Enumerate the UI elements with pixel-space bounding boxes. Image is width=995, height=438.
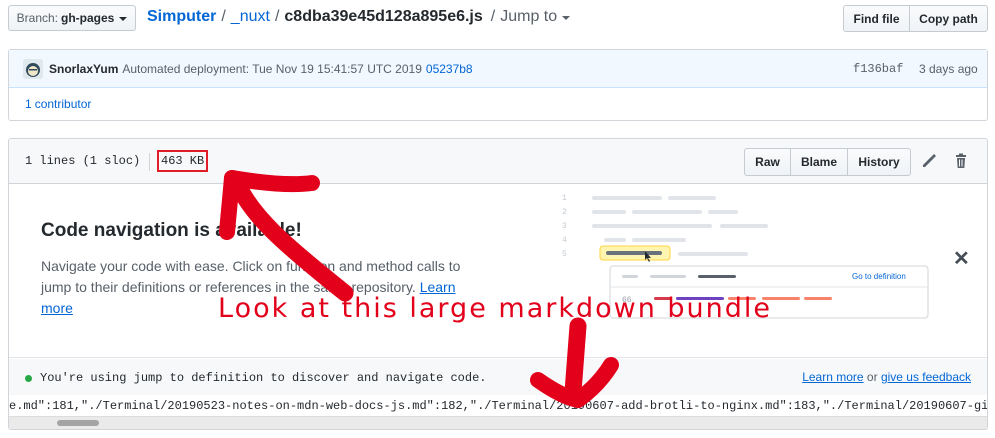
trash-icon[interactable] xyxy=(952,152,970,170)
preview-line-number: 1 xyxy=(562,194,567,203)
banner-description: Navigate your code with ease. Click on f… xyxy=(41,256,481,319)
code-line: e.md":181,"./Terminal/20190523-notes-on-… xyxy=(9,399,987,413)
jump-to-label: Jump to xyxy=(500,8,558,25)
branch-prefix: Branch: xyxy=(16,11,58,25)
branch-selector[interactable]: Branch: gh-pages xyxy=(8,5,136,31)
commit-time: 3 days ago xyxy=(919,62,978,76)
pencil-icon[interactable] xyxy=(920,152,938,170)
commit-tease: SnorlaxYum Automated deployment: Tue Nov… xyxy=(8,49,988,121)
commit-author[interactable]: SnorlaxYum xyxy=(49,62,118,76)
commit-header: SnorlaxYum Automated deployment: Tue Nov… xyxy=(9,50,987,88)
raw-button[interactable]: Raw xyxy=(744,148,791,176)
branch-name: gh-pages xyxy=(61,11,115,25)
commit-message-sha-link[interactable]: 05237b8 xyxy=(426,62,473,76)
code-navigation-illustration: 1 2 3 4 5 Go to definition 66 xyxy=(562,194,929,319)
banner-description-text: Navigate your code with ease. Click on f… xyxy=(41,258,461,295)
jump-learn-more-link[interactable]: Learn more xyxy=(802,370,863,384)
scrollbar-thumb[interactable] xyxy=(57,420,99,426)
preview-go-to-definition: Go to definition xyxy=(852,272,906,281)
jump-to-definition-message: You're using jump to definition to disco… xyxy=(25,371,486,385)
file-header: 1 lines (1 sloc) 463 KB Raw Blame Histor… xyxy=(9,139,987,184)
breadcrumb-separator: / xyxy=(274,8,280,25)
preview-line-number: 5 xyxy=(562,250,567,259)
horizontal-scrollbar[interactable] xyxy=(9,416,987,429)
code-navigation-banner: Code navigation is available! Navigate y… xyxy=(9,184,987,358)
jump-to-dropdown[interactable]: Jump to xyxy=(500,8,571,26)
contributors-count: 1 xyxy=(25,97,32,111)
breadcrumb-separator: / xyxy=(490,8,496,25)
banner-title: Code navigation is available! xyxy=(41,220,302,241)
breadcrumb-file-name: c8dba39e45d128a895e6.js xyxy=(284,8,483,25)
status-dot-icon xyxy=(25,374,32,382)
preview-line-number: 66 xyxy=(622,296,632,305)
breadcrumb-separator: / xyxy=(221,8,226,25)
chevron-down-icon xyxy=(119,16,128,21)
breadcrumb: Simputer / _nuxt / c8dba39e45d128a895e6.… xyxy=(147,8,571,26)
file-line-count: 1 lines (1 sloc) xyxy=(25,154,141,168)
breadcrumb-folder-link[interactable]: _nuxt xyxy=(231,8,270,26)
file-size: 463 KB xyxy=(157,150,209,172)
avatar[interactable] xyxy=(23,58,43,79)
preview-line-number: 3 xyxy=(562,222,567,231)
preview-line-number: 2 xyxy=(562,208,567,217)
file-viewer: 1 lines (1 sloc) 463 KB Raw Blame Histor… xyxy=(8,138,988,430)
jump-or-text: or xyxy=(866,370,878,384)
preview-line-number: 4 xyxy=(562,236,567,245)
give-feedback-link[interactable]: give us feedback xyxy=(881,370,971,384)
find-file-button[interactable]: Find file xyxy=(843,5,910,32)
close-icon[interactable]: ✕ xyxy=(953,246,970,271)
jump-bar-links: Learn more or give us feedback xyxy=(802,370,971,384)
history-button[interactable]: History xyxy=(847,148,911,176)
jump-message-text: You're using jump to definition to disco… xyxy=(40,371,487,385)
contributors-label: contributor xyxy=(34,97,92,111)
chevron-down-icon xyxy=(562,15,571,20)
breadcrumb-repo-link[interactable]: Simputer xyxy=(147,8,216,26)
contributors-link[interactable]: 1 contributor xyxy=(9,88,987,120)
commit-message[interactable]: Automated deployment: Tue Nov 19 15:41:5… xyxy=(122,62,422,76)
blame-button[interactable]: Blame xyxy=(790,148,848,176)
jump-to-definition-bar: You're using jump to definition to disco… xyxy=(9,359,987,395)
commit-sha[interactable]: f136baf xyxy=(853,62,903,76)
copy-path-button[interactable]: Copy path xyxy=(909,5,988,32)
file-size-container: 463 KB xyxy=(149,150,209,172)
